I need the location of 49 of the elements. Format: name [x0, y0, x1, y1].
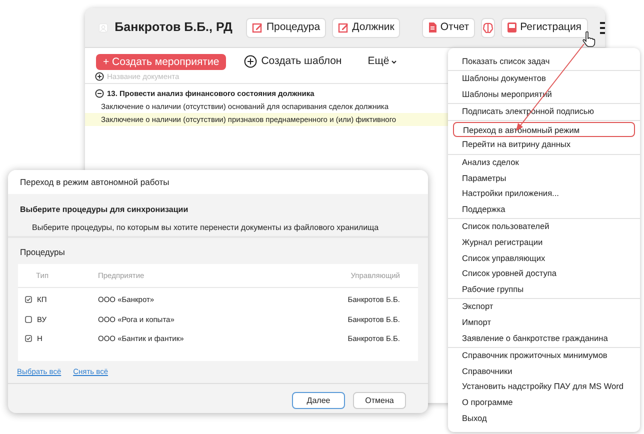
header-button[interactable]: Должник [332, 18, 400, 38]
add-icon [244, 55, 258, 68]
menu-item[interactable]: Выход [448, 410, 640, 426]
menu-item[interactable]: Показать список задач [448, 54, 640, 70]
dialog-button[interactable]: Отмена [353, 392, 406, 409]
menu-item[interactable]: О программе [448, 394, 640, 411]
document-icon [428, 22, 438, 33]
menu-item[interactable]: Экспорт [448, 299, 640, 315]
menu-item[interactable]: Заявление о банкротстве гражданина [448, 330, 640, 346]
dialog-title: Переход в режим автономной работы [20, 176, 170, 188]
menu-item[interactable]: Установить надстройку ПАУ для MS Word [448, 379, 640, 395]
menu-item[interactable]: Рабочие группы [448, 282, 640, 298]
menu-item[interactable]: Импорт [448, 315, 640, 331]
menu-item[interactable]: Справочник прожиточных минимумов [448, 348, 640, 364]
create-event-button[interactable]: + Создать мероприятие [96, 54, 226, 70]
create-template-button[interactable]: Создать шаблон [244, 54, 342, 70]
description-text: Выберите процедуры, по которым вы хотите перенести документы из файлового хранилища [31, 222, 380, 234]
header-button[interactable]: Процедура [246, 18, 326, 38]
checkbox[interactable] [25, 316, 32, 323]
checkbox[interactable] [25, 335, 32, 342]
checkbox[interactable] [25, 296, 32, 304]
section-heading: Выберите процедуры для синхронизации [20, 204, 190, 216]
menu-item[interactable]: Список пользователей [448, 219, 640, 236]
register-icon [507, 22, 518, 33]
add-icon[interactable] [95, 72, 104, 81]
collapse-icon[interactable] [95, 89, 104, 98]
menu-item[interactable]: Справочники [448, 364, 640, 380]
window-title: Банкротов Б.Б., РД [114, 19, 232, 36]
menu-item[interactable]: Анализ сделок [448, 155, 640, 171]
header-button[interactable]: Отчет [422, 18, 476, 38]
menu-item[interactable]: Переход в автономный режим [453, 122, 635, 138]
more-dropdown[interactable]: Ещё [368, 54, 398, 70]
section-label: Процедуры [19, 246, 66, 259]
chevron-down-icon [391, 60, 398, 64]
edit-icon [252, 22, 264, 33]
header-button[interactable]: Регистрация [501, 18, 588, 38]
menu-item[interactable]: Перейти на витрину данных [448, 137, 640, 154]
menu-item[interactable]: Поддержка [448, 202, 640, 218]
brain-button[interactable] [481, 18, 496, 38]
menu-item[interactable]: Журнал регистрации [448, 235, 640, 251]
menu-item[interactable]: Список управляющих [448, 250, 640, 266]
dialog-button[interactable]: Далее [292, 392, 345, 409]
edit-icon [338, 22, 350, 33]
menu-item[interactable]: Список уровней доступа [448, 266, 640, 282]
menu-item[interactable]: Шаблоны документов [448, 71, 640, 87]
brain-icon [482, 22, 494, 34]
menu-button[interactable] [600, 20, 605, 34]
menu-item[interactable]: Параметры [448, 170, 640, 186]
menu-item[interactable]: Настройки приложения... [448, 186, 640, 202]
